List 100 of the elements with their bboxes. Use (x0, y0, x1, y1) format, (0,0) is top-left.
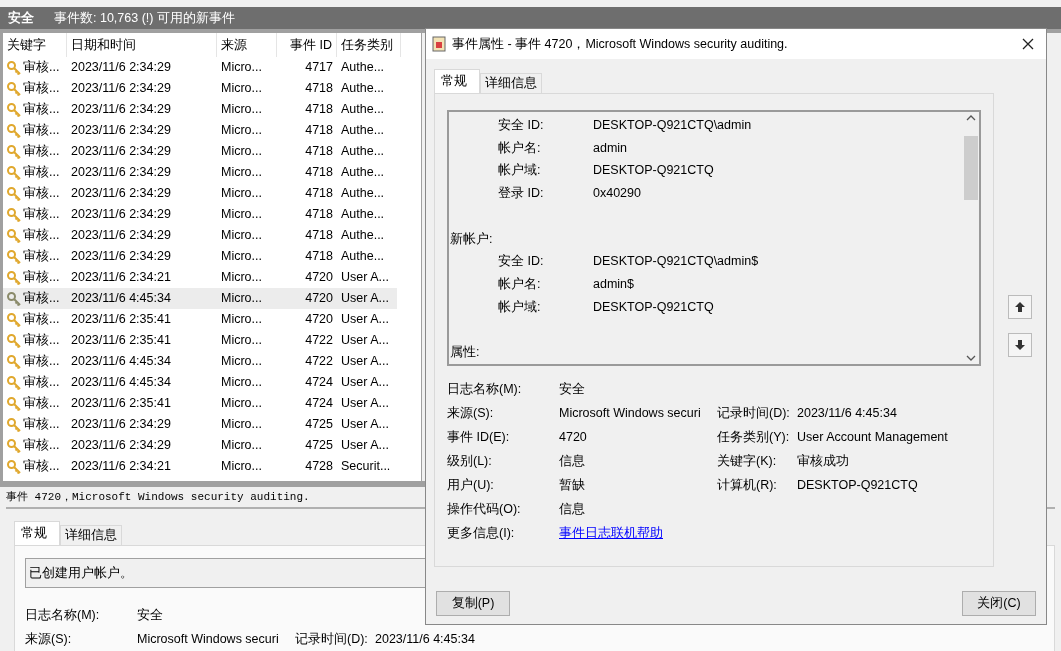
close-icon[interactable] (1022, 38, 1034, 50)
field-label: 级别(L): (447, 453, 493, 471)
column-header[interactable]: 任务类别 (337, 33, 401, 57)
key-icon (7, 123, 21, 138)
key-icon (7, 396, 21, 411)
field-value: 审核成功 (797, 453, 849, 471)
copy-button[interactable]: 复制(P) (436, 591, 510, 616)
table-cell-text: Micro... (220, 185, 263, 203)
table-cell-text: Micro... (220, 458, 263, 476)
event-row[interactable]: 审核... 2023/11/6 2:34:29 Micro... 4725 User A... (3, 435, 397, 456)
field-label: 用户(U): (447, 477, 495, 495)
event-row[interactable]: 审核... 2023/11/6 2:34:29 Micro... 4718 Authe... (3, 78, 397, 99)
tab[interactable]: 详细信息 (60, 525, 122, 545)
table-cell-text: 审核... (23, 332, 60, 350)
table-cell-text: 2023/11/6 4:45:34 (70, 353, 172, 371)
event-row[interactable]: 审核... 2023/11/6 2:34:29 Micro... 4717 Authe... (3, 57, 397, 78)
table-cell-text: 审核... (23, 290, 60, 308)
tab[interactable]: 详细信息 (480, 73, 542, 93)
table-cell-text: User A... (340, 374, 390, 392)
key-icon (7, 354, 21, 369)
event-row[interactable]: 审核... 2023/11/6 2:34:21 Micro... 4728 Securit... (3, 456, 397, 477)
key-icon (7, 207, 21, 222)
table-cell-text: 4718 (304, 122, 334, 140)
table-cell-text: 4718 (304, 80, 334, 98)
table-cell-text: 2023/11/6 4:45:34 (70, 290, 172, 308)
key-icon (7, 228, 21, 243)
column-header[interactable]: 关键字 (3, 33, 67, 57)
event-row[interactable]: 审核... 2023/11/6 4:45:34 Micro... 4722 User A... (3, 351, 397, 372)
detail-label: 安全 ID: (498, 253, 545, 271)
event-row[interactable]: 审核... 2023/11/6 2:35:41 Micro... 4724 User A... (3, 393, 397, 414)
table-cell-text: 2023/11/6 2:35:41 (70, 332, 172, 350)
scrollbar[interactable] (962, 112, 979, 364)
key-icon (7, 459, 21, 474)
detail-value: DESKTOP-Q921CTQ\admin (593, 117, 752, 134)
detail-label: 登录 ID: (498, 185, 545, 203)
field-label: 记录时间(D): (295, 631, 369, 649)
table-cell-text: 2023/11/6 2:34:29 (70, 122, 172, 140)
event-row[interactable]: 审核... 2023/11/6 4:45:34 Micro... 4724 User A... (3, 372, 397, 393)
column-header[interactable]: 事件 ID (277, 33, 337, 57)
detail-value: DESKTOP-Q921CTQ\admin$ (593, 253, 759, 271)
event-row[interactable]: 审核... 2023/11/6 4:45:34 Micro... 4720 User A... (3, 288, 397, 309)
move-down-button[interactable] (1008, 333, 1032, 357)
event-row[interactable]: 审核... 2023/11/6 2:34:29 Micro... 4718 Authe... (3, 183, 397, 204)
scroll-down-icon[interactable] (965, 354, 976, 362)
event-log-icon (432, 36, 446, 52)
field-value: 2023/11/6 4:45:34 (375, 631, 475, 649)
key-icon (7, 60, 21, 75)
table-cell-text: 4718 (304, 227, 334, 245)
table-cell-text: Micro... (220, 248, 263, 266)
table-cell-text: Authe... (340, 164, 386, 182)
table-cell-text: 4725 (304, 437, 334, 455)
event-row[interactable]: 审核... 2023/11/6 2:34:29 Micro... 4718 Authe... (3, 99, 397, 120)
table-cell-text: 审核... (23, 311, 60, 329)
detail-label: 帐户域: (498, 298, 542, 316)
table-cell-text: 4718 (304, 143, 334, 161)
table-cell-text: Authe... (340, 59, 386, 77)
help-link[interactable]: 事件日志联机帮助 (559, 524, 663, 543)
event-row[interactable]: 审核... 2023/11/6 2:34:29 Micro... 4718 Authe... (3, 246, 397, 267)
scroll-thumb[interactable] (963, 136, 978, 200)
event-row[interactable]: 审核... 2023/11/6 2:34:29 Micro... 4718 Authe... (3, 120, 397, 141)
detail-label: 帐户名: (498, 276, 542, 294)
scroll-up-icon[interactable] (965, 114, 976, 122)
key-icon (7, 81, 21, 96)
field-value: 2023/11/6 4:45:34 (797, 405, 897, 423)
table-cell-text: Authe... (340, 101, 386, 119)
table-cell-text: Micro... (220, 164, 263, 182)
event-row[interactable]: 审核... 2023/11/6 2:35:41 Micro... 4720 User A... (3, 309, 397, 330)
event-row[interactable]: 审核... 2023/11/6 2:34:29 Micro... 4725 User A... (3, 414, 397, 435)
key-icon (7, 333, 21, 348)
table-cell-text: 2023/11/6 2:34:29 (70, 59, 172, 77)
column-header[interactable]: 日期和时间 (67, 33, 217, 57)
move-up-button[interactable] (1008, 295, 1032, 319)
key-icon (7, 102, 21, 117)
detail-value: admin (593, 139, 628, 157)
event-row[interactable]: 审核... 2023/11/6 2:34:29 Micro... 4718 Authe... (3, 162, 397, 183)
event-row[interactable]: 审核... 2023/11/6 2:34:29 Micro... 4718 Authe... (3, 204, 397, 225)
table-cell-text: Authe... (340, 80, 386, 98)
key-icon (7, 375, 21, 390)
event-row[interactable]: 审核... 2023/11/6 2:34:29 Micro... 4718 Authe... (3, 141, 397, 162)
event-row[interactable]: 审核... 2023/11/6 2:34:29 Micro... 4718 Authe... (3, 225, 397, 246)
table-cell-text: 审核... (23, 164, 60, 182)
arrow-down-icon (1014, 339, 1026, 351)
tab[interactable]: 常规 (434, 69, 480, 93)
event-row[interactable]: 审核... 2023/11/6 2:35:41 Micro... 4722 User A... (3, 330, 397, 351)
table-cell-text: Micro... (220, 353, 263, 371)
column-header[interactable]: 来源 (217, 33, 277, 57)
table-cell-text: 审核... (23, 143, 60, 161)
table-cell-text: Micro... (220, 59, 263, 77)
table-cell-text: Authe... (340, 143, 386, 161)
key-icon (7, 312, 21, 327)
table-cell-text: 审核... (23, 269, 60, 287)
table-cell-text: 4720 (304, 269, 334, 287)
table-cell-text: 4724 (304, 374, 334, 392)
field-label: 操作代码(O): (447, 501, 522, 519)
close-button[interactable]: 关闭(C) (962, 591, 1036, 616)
dialog-title: 事件属性 - 事件 4720，Microsoft Windows security auditing. (452, 35, 788, 53)
event-row[interactable]: 审核... 2023/11/6 2:34:21 Micro... 4720 User A... (3, 267, 397, 288)
table-cell-text: 审核... (23, 185, 60, 203)
tab[interactable]: 常规 (14, 521, 60, 545)
table-cell-text: Authe... (340, 206, 386, 224)
